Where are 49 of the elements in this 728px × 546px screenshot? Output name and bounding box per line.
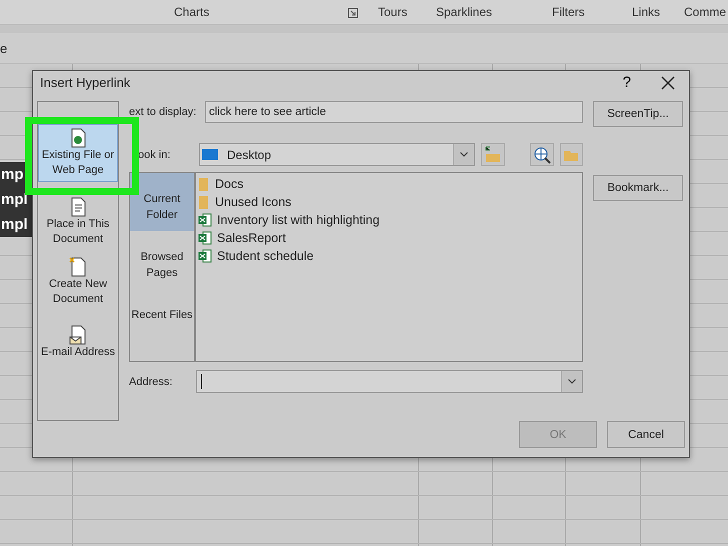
address-field[interactable] <box>196 370 583 393</box>
document-icon <box>69 325 87 345</box>
file-name[interactable]: Inventory list with highlighting <box>217 213 380 227</box>
field-label: ext to display: <box>129 106 198 118</box>
ribbon-group-label: Links <box>632 5 660 19</box>
text-to-display-field[interactable]: click here to see article <box>205 101 583 123</box>
caret-icon <box>453 144 474 165</box>
cancel-button[interactable]: Cancel <box>607 421 685 448</box>
view-tab[interactable]: Recent Files <box>130 289 194 347</box>
ribbon-group-label: Comme <box>684 5 726 19</box>
expand-icon[interactable] <box>348 8 358 18</box>
file-name[interactable]: Student schedule <box>217 249 314 263</box>
folder-icon <box>198 195 210 209</box>
file-name[interactable]: Unused Icons <box>215 195 292 209</box>
spreadsheet-icon <box>198 213 212 227</box>
ribbon-group-label: Filters <box>552 5 585 19</box>
link-to-item[interactable]: Existing File or Web Page <box>38 124 118 182</box>
look-in-dropdown[interactable]: Desktop <box>199 143 476 166</box>
ribbon-group-label: Tours <box>378 5 408 19</box>
close-icon[interactable] <box>661 76 675 90</box>
link-to-item[interactable]: Place in This Document <box>38 194 118 250</box>
ribbon-group-label: Sparklines <box>436 5 492 19</box>
formula-text: e <box>0 40 8 56</box>
formula-bar[interactable]: e <box>0 25 728 64</box>
file-name[interactable]: SalesReport <box>217 231 286 245</box>
caret-icon <box>561 371 582 392</box>
view-tab[interactable]: Current Folder <box>130 173 194 231</box>
ribbon-group-label: Charts <box>174 5 210 19</box>
browse-web-button[interactable] <box>530 143 554 166</box>
link-to-item[interactable]: Create New Document <box>38 254 118 310</box>
spreadsheet-icon <box>198 231 212 245</box>
view-tab[interactable]: Browsed Pages <box>130 231 194 289</box>
document-icon <box>69 197 87 217</box>
recent-folder-button[interactable] <box>481 143 505 166</box>
globe-search-icon <box>532 146 551 164</box>
spreadsheet-icon <box>198 249 212 263</box>
document-icon <box>69 257 87 277</box>
file-name[interactable]: Docs <box>215 177 244 191</box>
bookmark-button[interactable]: Bookmark... <box>593 175 683 201</box>
document-icon <box>69 128 87 148</box>
field-label: ook in: <box>137 148 172 160</box>
screentip-button[interactable]: ScreenTip... <box>593 101 683 127</box>
help-button[interactable]: ? <box>622 74 631 91</box>
field-label: Address: <box>129 376 174 388</box>
desktop-icon <box>202 149 218 160</box>
link-to-item[interactable]: E-mail Address <box>38 322 118 363</box>
window-title: Insert Hyperlink <box>40 75 132 90</box>
folder-icon <box>198 177 210 191</box>
folder-icon <box>484 146 502 164</box>
